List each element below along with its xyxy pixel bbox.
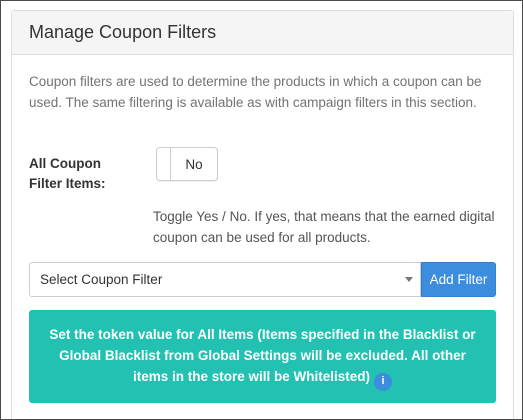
window-frame: Manage Coupon Filters Coupon filters are… — [0, 0, 523, 420]
token-value-callout: Set the token value for All Items (Items… — [29, 310, 496, 403]
coupon-filters-panel: Manage Coupon Filters Coupon filters are… — [11, 10, 514, 419]
panel-description: Coupon filters are used to determine the… — [29, 74, 482, 110]
all-items-help-text: Toggle Yes / No. If yes, that means that… — [153, 209, 495, 245]
all-items-toggle[interactable]: No — [156, 147, 218, 181]
callout-text: Set the token value for All Items (Items… — [49, 327, 476, 384]
panel-header: Manage Coupon Filters — [12, 11, 513, 55]
add-filter-button[interactable]: Add Filter — [421, 262, 496, 297]
chevron-down-icon — [405, 277, 413, 282]
panel-title: Manage Coupon Filters — [29, 22, 217, 42]
toggle-handle[interactable] — [157, 148, 171, 180]
all-items-label-line1: All Coupon — [29, 156, 101, 171]
all-items-label: All Coupon Filter Items: — [29, 154, 129, 194]
coupon-filter-select[interactable]: Select Coupon Filter — [29, 262, 421, 297]
info-icon[interactable]: i — [374, 372, 393, 391]
toggle-value: No — [185, 156, 203, 172]
all-items-label-line2: Filter Items: — [29, 176, 106, 191]
coupon-filter-select-value: Select Coupon Filter — [40, 272, 163, 287]
